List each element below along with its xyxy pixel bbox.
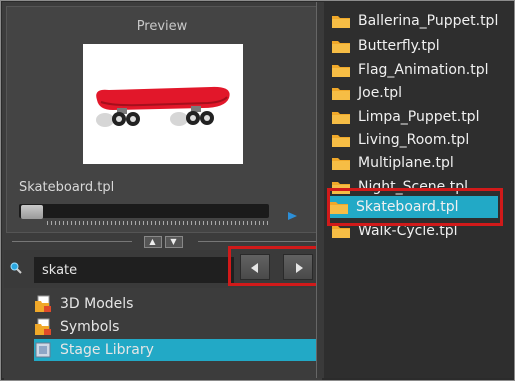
timeline-ticks: [47, 221, 269, 225]
tree-item-label: 3D Models: [60, 296, 134, 312]
annotation-highlight-box: [327, 188, 503, 226]
timeline-slider[interactable]: [19, 204, 269, 218]
template-item[interactable]: Joe.tpl: [332, 82, 508, 104]
template-item[interactable]: Butterfly.tpl: [332, 35, 508, 57]
tree-item-label: Stage Library: [60, 342, 154, 358]
folder-icon: [332, 65, 350, 77]
template-item[interactable]: Flag_Animation.tpl: [332, 59, 508, 81]
annotation-highlight-box: [228, 246, 322, 286]
chevron-down-icon[interactable]: ▼: [164, 236, 183, 248]
template-item[interactable]: Ballerina_Puppet.tpl: [332, 10, 508, 32]
template-label: Joe.tpl: [358, 85, 403, 101]
folder-icon: [332, 112, 350, 124]
folder-icon: [332, 226, 350, 238]
tree-item-stage-library[interactable]: Stage Library: [34, 339, 316, 361]
folder-doc-icon: [35, 295, 51, 312]
tree-item-3d-models[interactable]: 3D Models: [34, 293, 316, 315]
skateboard-image: [96, 86, 230, 127]
search-icon: [10, 262, 22, 274]
template-label: Living_Room.tpl: [358, 132, 470, 148]
template-item[interactable]: Living_Room.tpl: [332, 129, 508, 151]
tree-item-symbols[interactable]: Symbols: [34, 316, 316, 338]
play-icon[interactable]: [288, 212, 297, 220]
folder-doc-icon: [35, 318, 51, 335]
template-item[interactable]: Multiplane.tpl: [332, 152, 508, 174]
library-left-pane: Preview Skateboard.tpl ▲ ▼ skate 3D Mode…: [2, 2, 322, 380]
folder-icon: [332, 135, 350, 147]
preview-thumbnail: [83, 44, 243, 164]
splitter-line: [12, 241, 132, 242]
folder-icon: [332, 41, 350, 53]
folder-icon: [332, 158, 350, 170]
chevron-up-icon[interactable]: ▲: [143, 236, 162, 248]
timeline-handle[interactable]: [21, 205, 43, 219]
preview-file-name: Skateboard.tpl: [19, 180, 115, 195]
library-box-icon: [35, 342, 51, 358]
splitter-buttons: ▲ ▼: [132, 236, 194, 248]
template-label: Limpa_Puppet.tpl: [358, 109, 480, 125]
template-label: Butterfly.tpl: [358, 38, 440, 54]
preview-title: Preview: [136, 19, 188, 34]
folder-icon: [332, 88, 350, 100]
tree-item-label: Symbols: [60, 319, 120, 335]
template-item[interactable]: Limpa_Puppet.tpl: [332, 106, 508, 128]
search-input[interactable]: [34, 257, 234, 283]
template-label: Ballerina_Puppet.tpl: [358, 13, 499, 29]
library-tree: 3D Models Symbols Stage Library: [4, 290, 322, 380]
template-label: Flag_Animation.tpl: [358, 62, 489, 78]
preview-panel: Preview Skateboard.tpl: [6, 6, 318, 233]
pane-divider[interactable]: [316, 2, 324, 378]
template-label: Multiplane.tpl: [358, 155, 454, 171]
folder-icon: [332, 16, 350, 28]
splitter-line: [198, 241, 316, 242]
